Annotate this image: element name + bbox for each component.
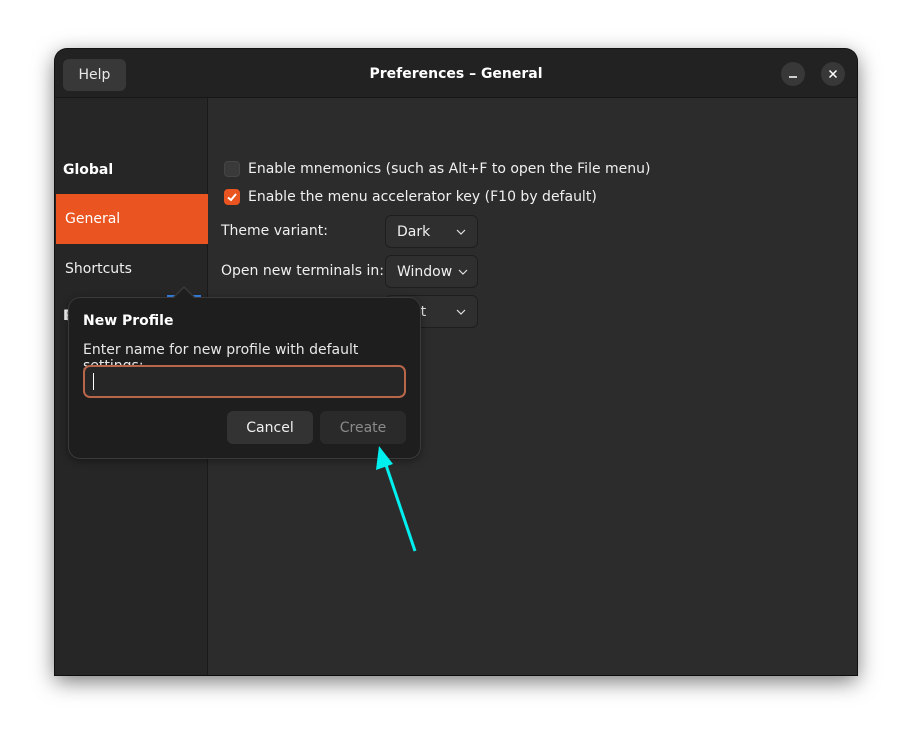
accelerator-label: Enable the menu accelerator key (F10 by … — [248, 189, 597, 205]
sidebar-item-general[interactable]: General — [56, 194, 208, 244]
new-profile-popover: New Profile Enter name for new profile w… — [68, 297, 421, 459]
window-title: Preferences – General — [369, 65, 543, 82]
popover-title: New Profile — [83, 313, 174, 329]
mnemonics-label: Enable mnemonics (such as Alt+F to open … — [248, 161, 651, 177]
accelerator-checkbox[interactable] — [224, 189, 240, 205]
help-button[interactable]: Help — [63, 59, 126, 91]
mnemonics-option[interactable]: Enable mnemonics (such as Alt+F to open … — [224, 161, 651, 177]
sidebar-item-label: General — [65, 211, 121, 227]
chevron-down-icon — [456, 309, 466, 315]
sidebar-heading-global: Global — [63, 162, 114, 178]
text-caret — [93, 373, 94, 390]
theme-variant-dropdown[interactable]: Dark — [385, 215, 478, 248]
header-bar: Help Preferences – General — [55, 49, 857, 98]
profile-name-input[interactable] — [83, 365, 406, 398]
theme-variant-value: Dark — [397, 223, 431, 240]
accelerator-option[interactable]: Enable the menu accelerator key (F10 by … — [224, 189, 597, 205]
minimize-button[interactable] — [781, 62, 805, 86]
sidebar-item-label: Shortcuts — [65, 261, 132, 277]
new-terminals-dropdown[interactable]: Window — [385, 255, 478, 288]
theme-variant-label: Theme variant: — [221, 223, 328, 239]
chevron-down-icon — [456, 229, 466, 235]
minimize-icon — [789, 76, 797, 78]
close-icon — [828, 69, 838, 79]
chevron-down-icon — [458, 269, 468, 275]
cancel-button[interactable]: Cancel — [227, 411, 313, 444]
new-terminals-label: Open new terminals in: — [221, 263, 384, 279]
close-button[interactable] — [821, 62, 845, 86]
popover-pointer-fill — [173, 288, 195, 299]
checkmark-icon — [227, 193, 237, 202]
new-terminals-value: Window — [397, 263, 453, 280]
mnemonics-checkbox[interactable] — [224, 161, 240, 177]
create-button[interactable]: Create — [320, 411, 406, 444]
